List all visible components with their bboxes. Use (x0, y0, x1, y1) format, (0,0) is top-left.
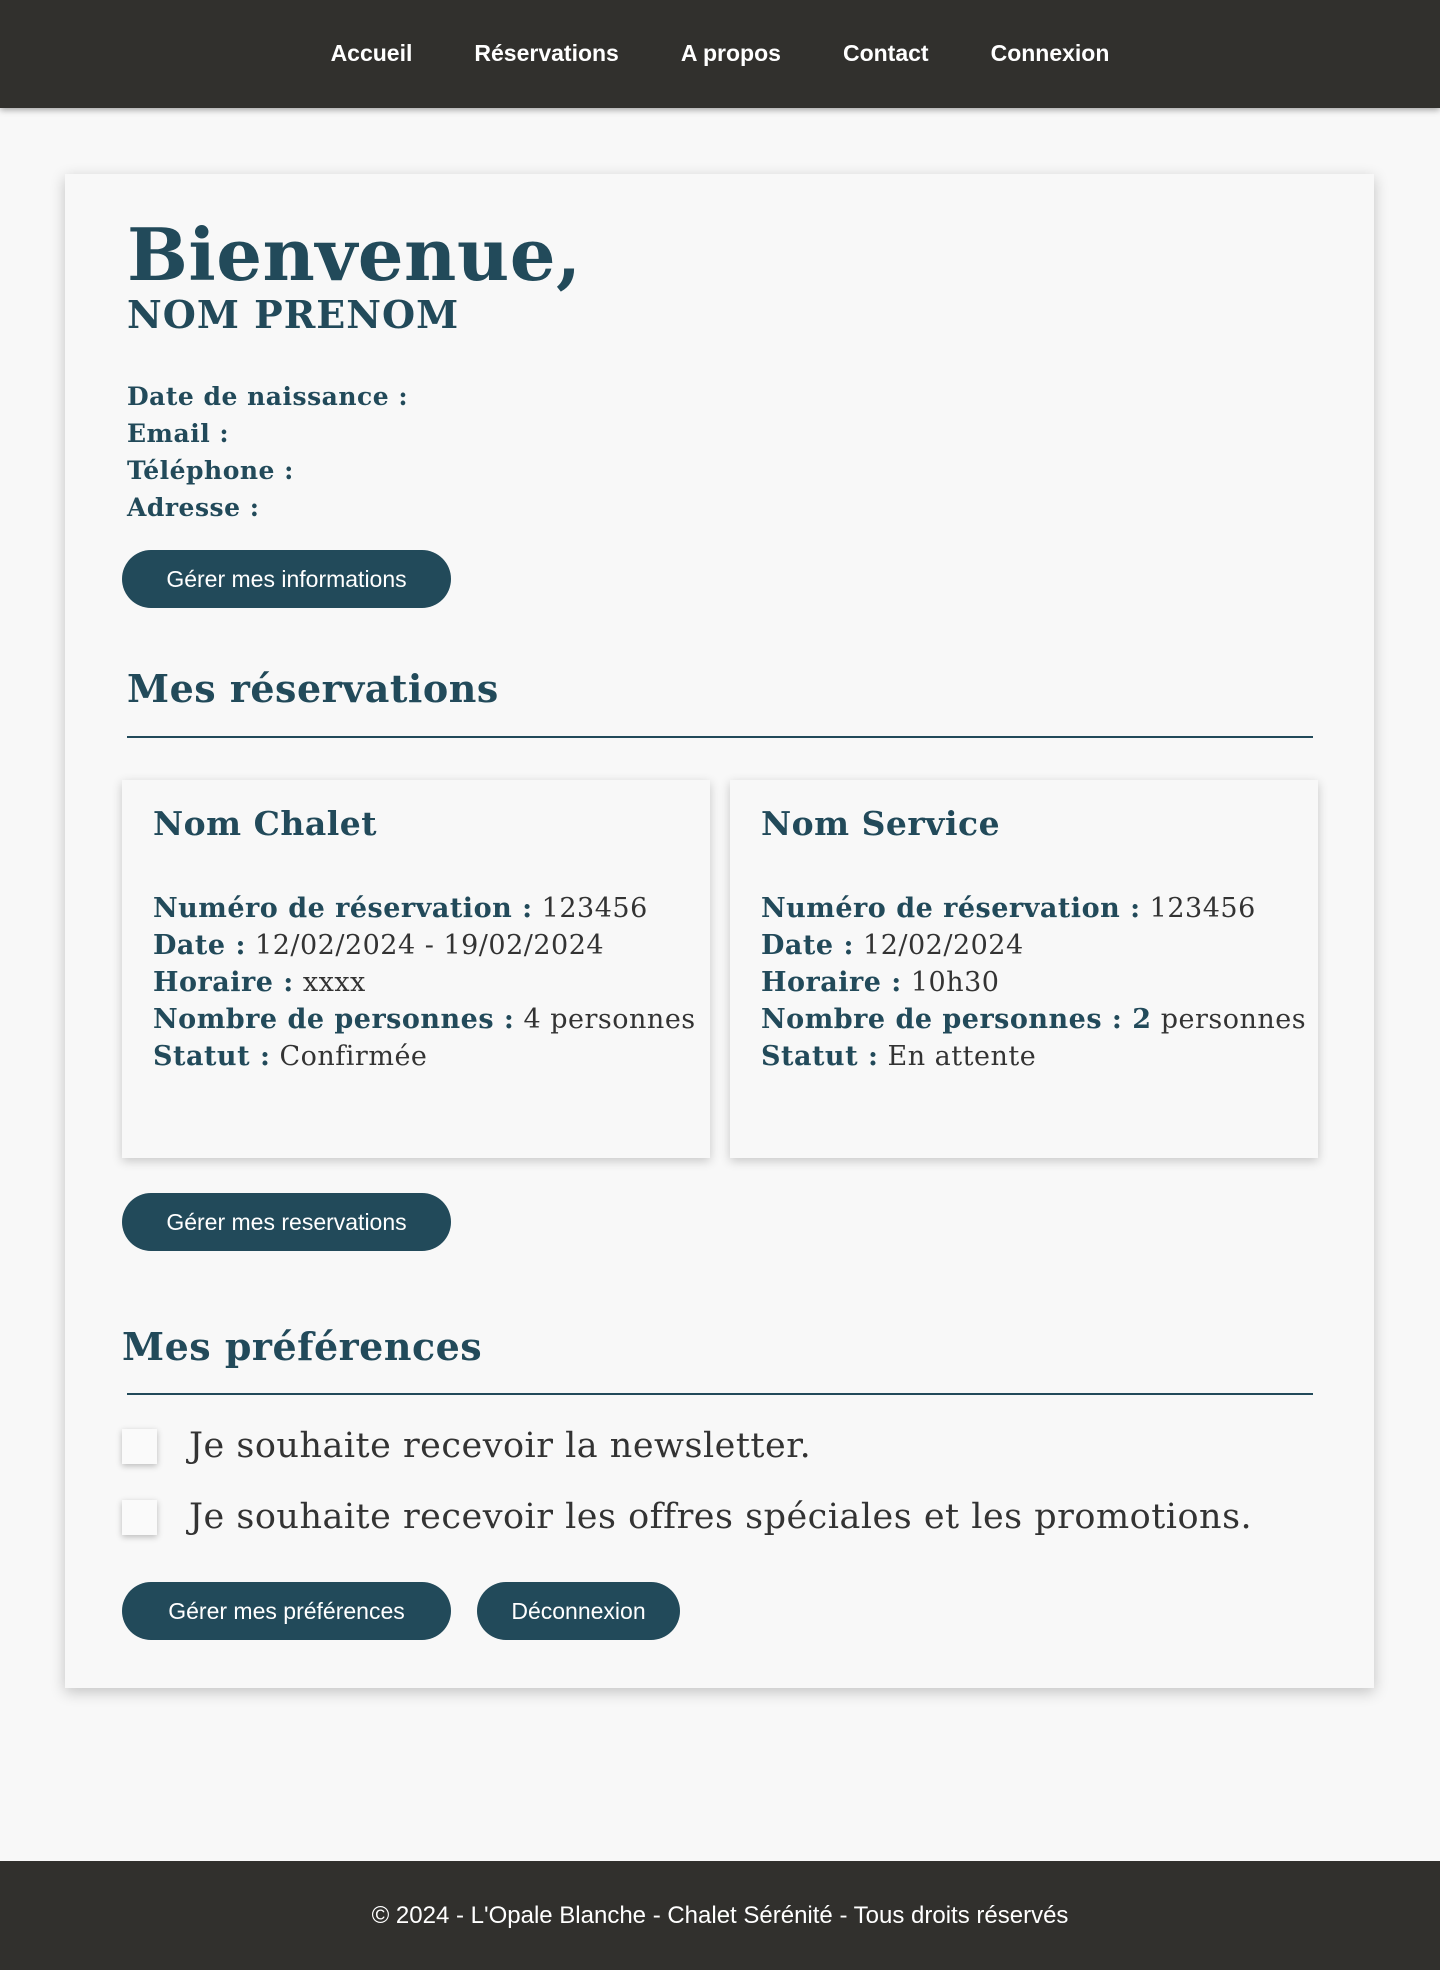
phone-label: Téléphone : (127, 456, 294, 485)
manage-preferences-button[interactable]: Gérer mes préférences (122, 1582, 451, 1640)
reservation-number-value: 123456 (1149, 893, 1256, 924)
account-card: Bienvenue, NOM PRENOM Date de naissance … (65, 174, 1374, 1688)
logout-button[interactable]: Déconnexion (477, 1582, 680, 1640)
manage-reservations-button[interactable]: Gérer mes reservations (122, 1193, 451, 1251)
reservation-people-value: 4 personnes (523, 1004, 696, 1035)
promotions-preference[interactable]: Je souhaite recevoir les offres spéciale… (122, 1497, 1252, 1537)
reservation-date-label: Date : (761, 930, 854, 961)
footer: © 2024 - L'Opale Blanche - Chalet Séréni… (0, 1861, 1440, 1970)
nav-reservations[interactable]: Réservations (474, 40, 618, 67)
reservation-time-label: Horaire : (153, 967, 294, 998)
newsletter-checkbox[interactable] (122, 1428, 157, 1464)
reservation-number-label: Numéro de réservation : (153, 893, 533, 924)
nav-connexion[interactable]: Connexion (991, 40, 1110, 67)
reservation-title: Nom Chalet (153, 804, 377, 843)
nav-a-propos[interactable]: A propos (681, 40, 781, 67)
address-label: Adresse : (127, 493, 260, 522)
newsletter-label: Je souhaite recevoir la newsletter. (189, 1426, 812, 1466)
reservation-status-value: En attente (887, 1041, 1037, 1072)
nav-accueil[interactable]: Accueil (331, 40, 413, 67)
newsletter-preference[interactable]: Je souhaite recevoir la newsletter. (122, 1426, 811, 1466)
reservation-number-value: 123456 (541, 893, 648, 924)
reservations-title: Mes réservations (127, 666, 499, 711)
reservation-people-value: personnes (1160, 1004, 1307, 1035)
manage-info-button[interactable]: Gérer mes informations (122, 550, 451, 608)
reservation-status-value: Confirmée (279, 1041, 428, 1072)
reservation-people-label: Nombre de personnes : 2 (761, 1004, 1152, 1035)
reservation-time-label: Horaire : (761, 967, 902, 998)
welcome-title: Bienvenue, (127, 212, 582, 297)
preferences-divider (127, 1393, 1313, 1395)
reservation-date-value: 12/02/2024 (863, 930, 1024, 961)
promotions-label: Je souhaite recevoir les offres spéciale… (189, 1497, 1253, 1537)
reservation-time-value: xxxx (302, 967, 366, 998)
reservation-card-service: Nom Service Numéro de réservation : 1234… (730, 780, 1318, 1158)
preferences-title: Mes préférences (122, 1324, 483, 1369)
user-info: Date de naissance : Email : Téléphone : … (127, 378, 408, 526)
promotions-checkbox[interactable] (122, 1499, 157, 1535)
reservation-number-label: Numéro de réservation : (761, 893, 1141, 924)
reservation-people-label: Nombre de personnes : (153, 1004, 515, 1035)
reservation-card-chalet: Nom Chalet Numéro de réservation : 12345… (122, 780, 710, 1158)
reservation-status-label: Statut : (761, 1041, 879, 1072)
user-name: NOM PRENOM (127, 292, 460, 337)
nav-contact[interactable]: Contact (843, 40, 929, 67)
reservation-date-label: Date : (153, 930, 246, 961)
reservations-divider (127, 736, 1313, 738)
footer-copyright: © 2024 - L'Opale Blanche - Chalet Séréni… (371, 1901, 1069, 1929)
reservation-title: Nom Service (761, 804, 1001, 843)
reservation-date-value: 12/02/2024 - 19/02/2024 (255, 930, 605, 961)
top-navigation: Accueil Réservations A propos Contact Co… (0, 0, 1440, 108)
reservation-time-value: 10h30 (910, 967, 1000, 998)
birthdate-label: Date de naissance : (127, 382, 409, 411)
email-label: Email : (127, 419, 230, 448)
reservation-status-label: Statut : (153, 1041, 271, 1072)
